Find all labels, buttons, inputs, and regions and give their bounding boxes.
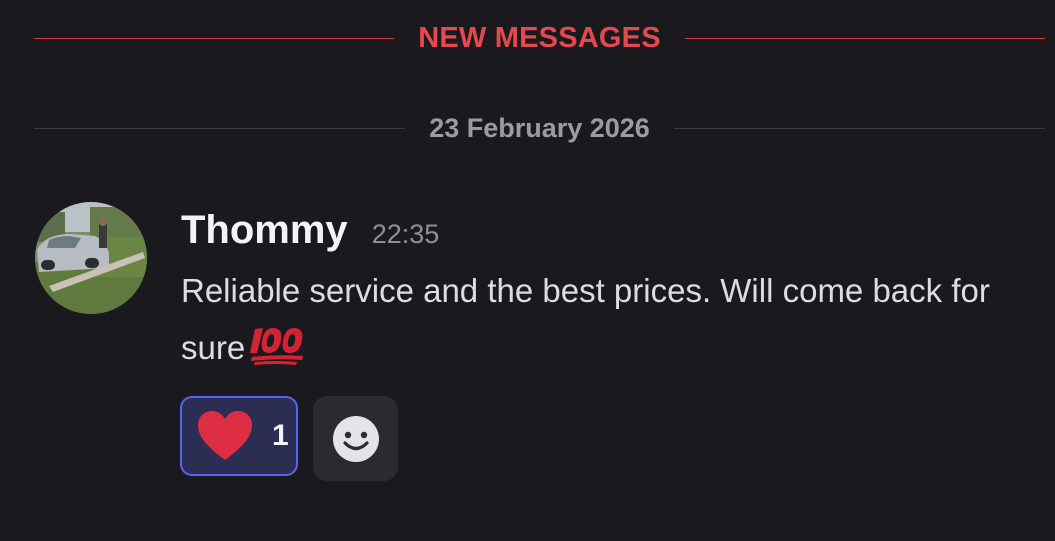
- chat-view: NEW MESSAGES 23 February 2026 Thommy 22:…: [0, 0, 1055, 541]
- reaction-heart-button[interactable]: 1: [180, 396, 298, 476]
- avatar[interactable]: [35, 202, 147, 314]
- divider-line: [34, 127, 406, 129]
- reaction-count: 1: [272, 419, 289, 452]
- date-label: 23 February 2026: [429, 112, 650, 143]
- date-divider: 23 February 2026: [34, 108, 1046, 148]
- new-messages-divider: NEW MESSAGES: [34, 18, 1045, 58]
- add-reaction-button[interactable]: [313, 396, 398, 481]
- divider-line: [34, 37, 395, 39]
- red-heart-icon: [198, 411, 252, 460]
- divider-line: [673, 127, 1046, 129]
- message-content: Reliable service and the best prices. Wi…: [181, 262, 1001, 382]
- new-messages-label: NEW MESSAGES: [418, 21, 661, 54]
- username[interactable]: Thommy: [181, 208, 348, 253]
- hundred-points-emoji-icon: [249, 325, 307, 382]
- avatar-image: [35, 202, 147, 314]
- timestamp[interactable]: 22:35: [372, 219, 440, 250]
- message-header: Thommy 22:35: [181, 208, 439, 260]
- smiley-add-reaction-icon: [332, 415, 379, 462]
- divider-line: [684, 37, 1045, 39]
